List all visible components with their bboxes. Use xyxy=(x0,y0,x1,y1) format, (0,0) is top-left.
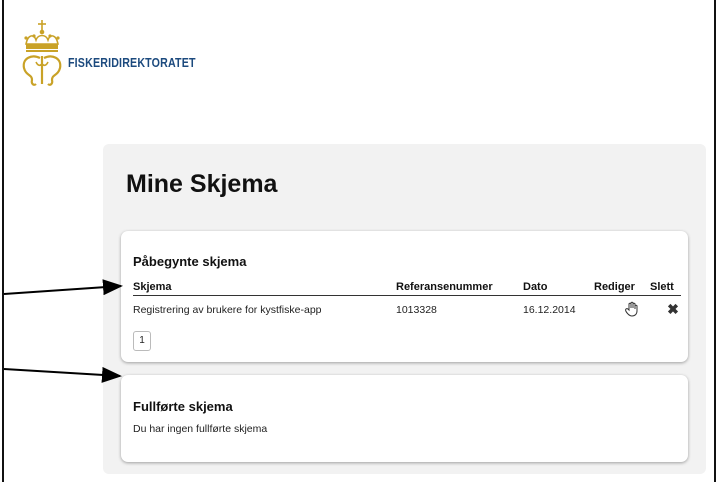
arrow-to-in-progress-header xyxy=(3,279,123,296)
annotation-arrows xyxy=(3,279,123,383)
arrow-to-completed-card xyxy=(3,366,122,383)
